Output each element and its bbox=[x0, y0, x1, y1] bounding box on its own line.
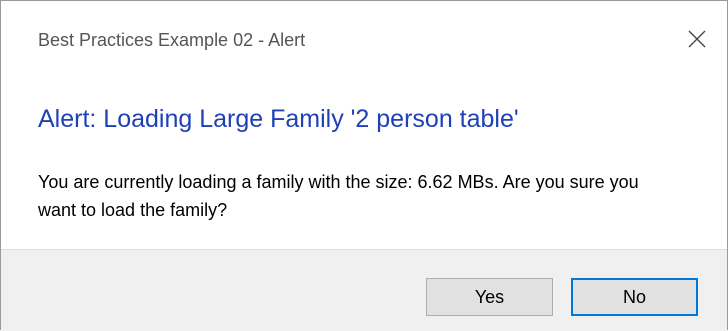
alert-dialog: Best Practices Example 02 - Alert Alert:… bbox=[0, 0, 728, 331]
no-button[interactable]: No bbox=[571, 278, 698, 316]
close-icon bbox=[688, 30, 706, 48]
window-title: Best Practices Example 02 - Alert bbox=[38, 30, 306, 50]
message-text: You are currently loading a family with … bbox=[38, 172, 639, 220]
yes-button[interactable]: Yes bbox=[426, 278, 553, 316]
button-bar: Yes No bbox=[1, 249, 727, 331]
close-button[interactable] bbox=[677, 19, 717, 59]
title-bar: Best Practices Example 02 - Alert bbox=[1, 1, 727, 65]
dialog-content: Alert: Loading Large Family '2 person ta… bbox=[1, 65, 727, 247]
main-instruction: Alert: Loading Large Family '2 person ta… bbox=[38, 105, 519, 133]
